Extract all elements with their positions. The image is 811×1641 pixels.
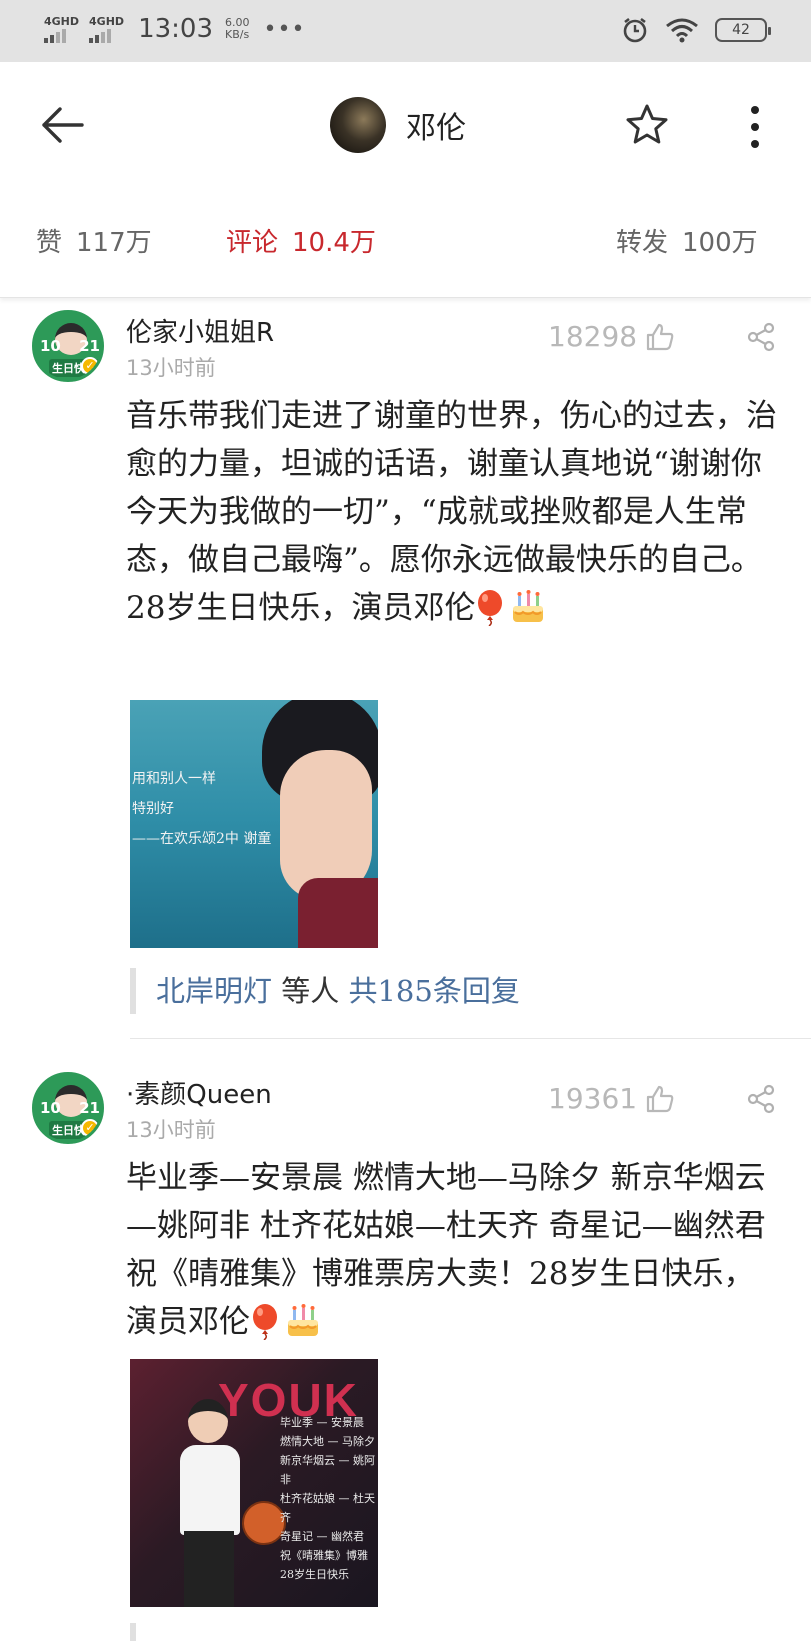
top-nav: 邓伦: [0, 62, 811, 190]
avatar[interactable]: 10 21 生日快乐 ✓: [32, 310, 104, 382]
network-speed: 6.00 KB/s: [225, 17, 250, 41]
header-avatar[interactable]: [330, 97, 386, 153]
image-caption-line: 奇星记 — 幽然君: [280, 1530, 364, 1543]
reposts-label: 转发: [616, 228, 669, 258]
image-caption-line: 特别好: [132, 801, 174, 817]
avatar-badge-left: 10: [40, 337, 61, 355]
header-profile[interactable]: 邓伦: [330, 97, 466, 153]
comment-image[interactable]: YOUK 毕业季 — 安景晨 燃情大地 — 马除夕 新京华烟云 — 姚阿非 杜齐…: [130, 1359, 378, 1607]
page-title: 邓伦: [406, 111, 466, 146]
tab-likes[interactable]: 赞 117万: [36, 222, 152, 259]
alarm-icon: [623, 17, 647, 43]
reply-summary-partial[interactable]: [130, 1623, 630, 1641]
image-caption-line: 祝《晴雅集》博雅: [280, 1549, 368, 1562]
status-time: 13:03: [138, 14, 213, 44]
image-caption: 毕业季 — 安景晨 燃情大地 — 马除夕 新京华烟云 — 姚阿非 杜齐花姑娘 —…: [280, 1413, 378, 1584]
battery-icon: 42: [715, 18, 771, 42]
share-icon[interactable]: [746, 1084, 776, 1114]
cake-emoji-icon: [288, 1304, 318, 1336]
avatar-badge-right: 21: [79, 1099, 100, 1117]
avatar-badge-right: 21: [79, 337, 100, 355]
comment-text: 音乐带我们走进了谢童的世界，伤心的过去，治愈的力量，坦诚的话语，谢童认真地说“谢…: [126, 392, 780, 632]
cake-emoji-icon: [513, 590, 544, 622]
image-caption-line: 杜齐花姑娘 — 杜天齐: [280, 1492, 375, 1524]
comment-text-content: 音乐带我们走进了谢童的世界，伤心的过去，治愈的力量，坦诚的话语，谢童认真地说“谢…: [126, 398, 777, 626]
avatar-badge-number: 10 21: [40, 337, 100, 355]
signal-1: 4GHD: [44, 16, 79, 43]
stats-tabs: 赞 117万 评论 10.4万 转发 100万: [0, 190, 811, 298]
network-speed-unit: KB/s: [225, 28, 250, 41]
signal-2: 4GHD: [89, 16, 124, 43]
likes-count: 117万: [76, 228, 152, 258]
signal-2-label: 4GHD: [89, 14, 125, 28]
signal-1-label: 4GHD: [44, 14, 80, 28]
tab-reposts[interactable]: 转发 100万: [616, 222, 758, 259]
verified-badge-icon: ✓: [81, 357, 99, 375]
tab-comments[interactable]: 评论 10.4万: [226, 222, 376, 259]
image-person-shirt: [298, 878, 378, 948]
status-more-dots: •••: [263, 16, 306, 42]
likes-label: 赞: [36, 228, 63, 258]
balloon-emoji-icon: [478, 590, 503, 626]
status-bar: 4GHD 4GHD 13:03 6.00 KB/s ••• 42: [0, 0, 811, 62]
like-button[interactable]: 19361: [548, 1082, 675, 1115]
image-caption-line: 毕业季 — 安景晨: [280, 1416, 364, 1429]
comments-count: 10.4万: [292, 228, 376, 258]
reply-users[interactable]: 北岸明灯: [156, 974, 272, 1008]
image-caption: 用和别人一样 特别好 ——在欢乐颂2中 谢童: [132, 764, 271, 854]
reply-count[interactable]: 共185条回复: [348, 974, 519, 1008]
more-vertical-icon[interactable]: [740, 102, 770, 152]
thumbs-up-icon: [646, 323, 674, 350]
image-caption-line: 28岁生日快乐: [280, 1568, 349, 1581]
timestamp: 13小时前: [126, 1118, 216, 1142]
reply-mid: 等人: [281, 974, 340, 1008]
like-count: 18298: [548, 320, 638, 353]
back-arrow-icon[interactable]: [38, 100, 88, 150]
timestamp: 13小时前: [126, 356, 216, 380]
star-icon[interactable]: [624, 102, 670, 148]
thumbs-up-icon: [646, 1085, 674, 1112]
image-caption-line: 新京华烟云 — 姚阿非: [280, 1454, 375, 1486]
like-button[interactable]: 18298: [548, 320, 675, 353]
reposts-count: 100万: [682, 228, 758, 258]
status-left: 4GHD 4GHD 13:03 6.00 KB/s •••: [44, 14, 305, 44]
like-count: 19361: [548, 1082, 638, 1115]
balloon-emoji-icon: [253, 1304, 277, 1340]
signal-bars-icon: [44, 28, 66, 43]
avatar[interactable]: 10 21 生日快乐 ✓: [32, 1072, 104, 1144]
avatar-badge-left: 10: [40, 1099, 61, 1117]
username[interactable]: ·素颜Queen: [126, 1074, 272, 1111]
comment-text-content: 毕业季—安景晨 燃情大地—马除夕 新京华烟云—姚阿非 杜齐花姑娘—杜天齐 奇星记…: [126, 1160, 766, 1340]
image-caption-line: 燃情大地 — 马除夕: [280, 1435, 375, 1448]
wifi-icon: [666, 18, 698, 43]
battery-level: 42: [732, 22, 750, 38]
image-caption-line: 用和别人一样: [132, 771, 216, 787]
comment-text: 毕业季—安景晨 燃情大地—马除夕 新京华烟云—姚阿非 杜齐花姑娘—杜天齐 奇星记…: [126, 1154, 780, 1346]
reply-summary[interactable]: 北岸明灯 等人 共185条回复: [130, 968, 520, 1014]
comments-label: 评论: [226, 228, 279, 258]
image-person-head: [188, 1399, 228, 1443]
image-caption-line: ——在欢乐颂2中 谢童: [132, 831, 272, 847]
comment-image[interactable]: 用和别人一样 特别好 ——在欢乐颂2中 谢童: [130, 700, 378, 948]
divider: [130, 1038, 811, 1039]
username[interactable]: 伦家小姐姐R: [126, 312, 274, 349]
signal-bars-icon: [89, 28, 112, 43]
image-person-legs: [184, 1531, 234, 1607]
share-icon[interactable]: [746, 322, 776, 352]
avatar-badge-number: 10 21: [40, 1099, 100, 1117]
verified-badge-icon: ✓: [81, 1119, 99, 1137]
image-person-body: [180, 1445, 240, 1535]
status-right: 42: [621, 16, 771, 44]
